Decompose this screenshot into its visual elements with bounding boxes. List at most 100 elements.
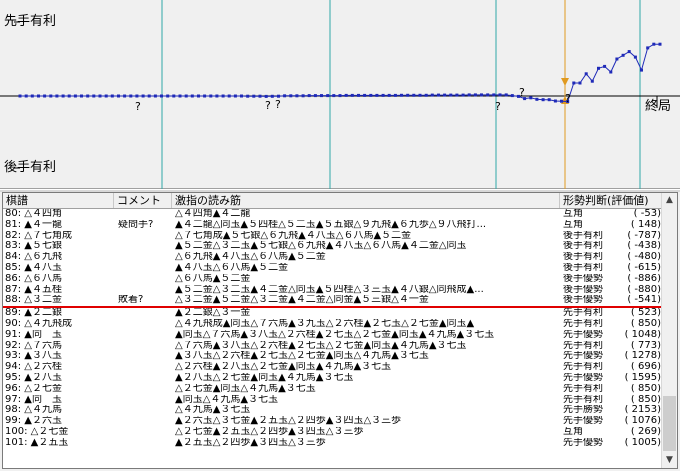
row-move: 95: ▲２八玉 bbox=[5, 372, 62, 383]
label-gote-advantage: 後手有利 bbox=[4, 160, 57, 175]
row-judgement: 互角 bbox=[563, 219, 583, 230]
data-point bbox=[553, 99, 557, 103]
row-move: 97: ▲同 玉 bbox=[5, 394, 62, 405]
vertical-scrollbar[interactable]: ▲ ▼ bbox=[661, 193, 677, 468]
data-point bbox=[73, 94, 77, 98]
table-row[interactable]: 92: △７六馬 △７六馬▲３八玉△２六桂▲２七玉△２七金▲同玉▲４九馬▲３七玉 先… bbox=[3, 341, 663, 352]
row-reading-line: △６八馬▲５二金 bbox=[175, 273, 251, 284]
current-move-marker-top bbox=[561, 78, 569, 86]
questionable-move-mark: ? bbox=[265, 99, 271, 112]
header-comment[interactable]: コメント bbox=[114, 193, 172, 208]
table-row[interactable]: 84: △６九飛 △６九飛▲４八玉△６八馬▲５二金 後手有利 ( -480) bbox=[3, 252, 663, 263]
table-row[interactable]: 91: ▲同 玉 ▲同玉△７六馬▲３八玉△２六桂▲２七玉△２七金▲同玉▲４九馬▲３… bbox=[3, 330, 663, 341]
scroll-down-icon[interactable]: ▼ bbox=[662, 453, 677, 468]
data-point bbox=[381, 93, 385, 97]
table-row[interactable]: 82: △７七角成 △７七角成▲５七銀△６九飛▲４八玉△６八馬▲５二金 後手有利 ( … bbox=[3, 231, 663, 242]
table-row[interactable]: 99: ▲２六玉 ▲２六玉△３七金▲２五玉△２四歩▲３四玉△３三歩 先手優勢 ( 10… bbox=[3, 416, 663, 427]
row-eval: ( 1278) bbox=[624, 351, 661, 362]
row-judgement: 後手有利 bbox=[563, 262, 603, 273]
row-judgement: 先手有利 bbox=[563, 394, 603, 405]
header-judge-label: 形勢判断 bbox=[563, 194, 607, 207]
row-reading-line: △４九飛成▲同玉△７六馬▲３九玉△２六桂▲２七玉△２七金▲同玉▲ bbox=[175, 318, 475, 329]
data-point bbox=[609, 70, 613, 74]
data-point bbox=[449, 93, 453, 97]
row-reading-line: ▲２二銀△３一金 bbox=[175, 308, 251, 319]
row-judgement: 先手優勢 bbox=[563, 329, 603, 340]
row-move: 82: △７七角成 bbox=[5, 230, 72, 241]
row-eval: ( 269) bbox=[630, 426, 661, 437]
data-point bbox=[320, 94, 323, 98]
table-row[interactable]: 93: ▲３八玉 ▲３八玉△２六桂▲２七玉△２七金▲同玉△４九馬▲３七玉 先手優勢 (… bbox=[3, 351, 663, 362]
questionable-move-mark: ? bbox=[135, 100, 141, 113]
data-point bbox=[203, 94, 207, 98]
table-row[interactable]: 98: △４九馬 △４九馬▲３七玉 先手勝勢 ( 2153) bbox=[3, 405, 663, 416]
move-rows: 80: △４四角 △４四角▲４二龍 互角( -53) 81: ▲４一龍 疑問手? ▲４二龍… bbox=[3, 209, 663, 449]
row-judgement: 先手勝勢 bbox=[563, 405, 603, 416]
table-row[interactable]: 83: ▲５七銀 ▲５二金△３二玉▲５七銀△６九飛▲４八玉△６八馬▲４二金△同玉 後… bbox=[3, 241, 663, 252]
table-row[interactable]: 96: △２七金 △２七金▲同玉△４九馬▲３七玉 先手有利 ( 850) bbox=[3, 384, 663, 395]
row-comment: 敗着? bbox=[118, 295, 144, 306]
data-point bbox=[301, 94, 305, 98]
data-point bbox=[344, 93, 348, 97]
data-point bbox=[129, 94, 133, 98]
questionable-move-mark: ? bbox=[565, 92, 571, 105]
row-judgement: 後手有利 bbox=[563, 241, 603, 252]
scroll-up-icon[interactable]: ▲ bbox=[662, 193, 677, 208]
row-judgement: 先手有利 bbox=[563, 383, 603, 394]
row-eval: ( -438) bbox=[627, 241, 661, 252]
data-point bbox=[597, 66, 600, 70]
header-move[interactable]: 棋譜 bbox=[3, 193, 114, 208]
data-point bbox=[55, 94, 59, 98]
data-point bbox=[240, 94, 243, 98]
row-judgement: 互角 bbox=[563, 426, 583, 437]
data-point bbox=[117, 94, 120, 98]
row-move: 80: △４四角 bbox=[5, 209, 62, 219]
data-point bbox=[270, 94, 274, 98]
table-row[interactable]: 89: ▲２二銀 ▲２二銀△３一金 先手有利 ( 523) bbox=[3, 308, 663, 319]
table-row[interactable]: 94: △２六桂 △２六桂▲２八玉△２七金▲同玉▲４九馬▲３七玉 先手有利 ( 696… bbox=[3, 362, 663, 373]
row-eval: ( -787) bbox=[627, 230, 661, 241]
data-point bbox=[67, 94, 71, 98]
move-list[interactable]: 棋譜 コメント 激指の読み筋 形勢判断(評価値) 80: △４四角 △４四角▲４二… bbox=[2, 192, 678, 469]
table-row[interactable]: 97: ▲同 玉 ▲同玉△４九馬▲３七玉 先手有利 ( 850) bbox=[3, 395, 663, 406]
data-point bbox=[227, 94, 231, 98]
header-reading-line[interactable]: 激指の読み筋 bbox=[172, 193, 560, 208]
data-point bbox=[369, 93, 373, 97]
table-row[interactable]: 85: ▲４八玉 ▲４八玉△６八馬▲５二金 後手有利 ( -615) bbox=[3, 263, 663, 274]
table-row[interactable]: 81: ▲４一龍 疑問手? ▲４二龍△同玉▲５四桂△５二玉▲５五銀△９九飛▲６九歩△… bbox=[3, 220, 663, 231]
scroll-thumb[interactable] bbox=[663, 396, 676, 451]
row-move: 85: ▲４八玉 bbox=[5, 262, 62, 273]
data-point bbox=[504, 93, 508, 97]
table-row[interactable]: 87: ▲４五桂 ▲５二金△３二玉▲４二金△同玉▲５四桂△３三玉▲４八銀△同飛成▲… bbox=[3, 285, 663, 296]
row-reading-line: △６九飛▲４八玉△６八馬▲５二金 bbox=[175, 252, 326, 263]
data-point bbox=[197, 94, 200, 98]
data-point bbox=[387, 93, 391, 97]
data-point bbox=[467, 93, 471, 97]
table-row[interactable]: 86: △６八馬 △６八馬▲５二金 後手優勢 ( -886) bbox=[3, 274, 663, 285]
data-point bbox=[221, 94, 225, 98]
data-point bbox=[430, 93, 434, 97]
row-move: 98: △４九馬 bbox=[5, 405, 62, 416]
data-point bbox=[535, 97, 539, 101]
row-eval: ( 1595) bbox=[624, 372, 661, 383]
data-point bbox=[621, 53, 625, 57]
row-eval: ( -541) bbox=[627, 295, 661, 306]
data-point bbox=[147, 94, 151, 98]
row-eval: ( 1076) bbox=[624, 416, 661, 427]
row-eval: ( -53) bbox=[633, 209, 661, 219]
table-row[interactable]: 90: △４九飛成 △４九飛成▲同玉△７六馬▲３九玉△２六桂▲２七玉△２七金▲同玉… bbox=[3, 319, 663, 330]
data-point bbox=[49, 94, 53, 98]
data-point bbox=[61, 94, 65, 98]
row-reading-line: ▲２六玉△３七金▲２五玉△２四歩▲３四玉△３三歩 bbox=[175, 416, 402, 427]
questionable-move-mark: ? bbox=[495, 100, 501, 113]
table-row[interactable]: 100: △２七金 △２七金▲２五玉△２四歩▲３四玉△３三歩 互角 ( 269) bbox=[3, 427, 663, 438]
table-row[interactable]: 88: △３二金 敗着? △３二金▲５二金△３二金▲４二金△同金▲５三銀△４一金 後手… bbox=[3, 295, 663, 309]
row-eval: ( 850) bbox=[630, 383, 661, 394]
evaluation-graph[interactable]: ?????? 先手有利 後手有利 終局 bbox=[0, 0, 680, 189]
table-row[interactable]: 95: ▲２八玉 ▲２八玉△２七金▲同玉▲４九馬▲３七玉 先手優勢 ( 1595) bbox=[3, 373, 663, 384]
table-row[interactable]: 80: △４四角 △４四角▲４二龍 互角 ( -53) bbox=[3, 209, 663, 220]
label-sente-advantage: 先手有利 bbox=[4, 14, 57, 29]
row-eval: ( -615) bbox=[627, 262, 661, 273]
header-judgement[interactable]: 形勢判断(評価値) bbox=[560, 193, 663, 208]
table-row[interactable]: 101: ▲２五玉 ▲２五玉△２四歩▲３四玉△３三歩 先手優勢 ( 1005) bbox=[3, 438, 663, 449]
